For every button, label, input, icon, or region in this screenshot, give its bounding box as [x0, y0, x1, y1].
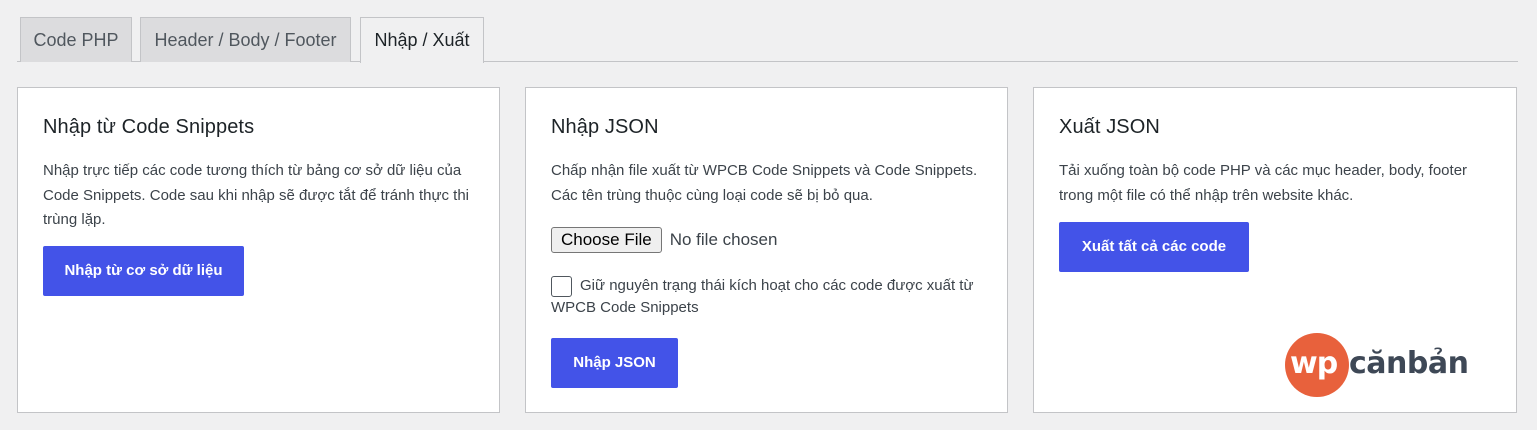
keep-status-checkbox-label: Giữ nguyên trạng thái kích hoạt cho các …	[551, 277, 974, 316]
import-json-title: Nhập JSON	[551, 116, 659, 138]
import-json-card: Nhập JSON Chấp nhận file xuất từ WPCB Co…	[525, 87, 1008, 413]
import-snippets-title: Nhập từ Code Snippets	[43, 116, 255, 138]
export-json-title: Xuất JSON	[1059, 116, 1160, 138]
import-from-database-button[interactable]: Nhập từ cơ sở dữ liệu	[43, 246, 244, 296]
tab-header-body-footer[interactable]: Header / Body / Footer	[140, 17, 351, 62]
tab-code-php[interactable]: Code PHP	[20, 17, 132, 62]
choose-file-button[interactable]: Choose File	[551, 227, 662, 253]
file-status-text: No file chosen	[669, 230, 778, 249]
keep-status-checkbox[interactable]	[551, 276, 572, 297]
file-picker: Choose File No file chosen	[551, 227, 777, 253]
logo-wp-text: wp	[1290, 346, 1338, 381]
export-json-card: Xuất JSON Tải xuống toàn bộ code PHP và …	[1033, 87, 1517, 413]
logo-canban-text: cănbản	[1349, 346, 1469, 381]
export-all-code-button[interactable]: Xuất tất cả các code	[1059, 222, 1249, 272]
wpcanban-logo: wp cănbản	[1285, 333, 1473, 397]
tab-import-export[interactable]: Nhập / Xuất	[360, 17, 484, 63]
import-snippets-description: Nhập trực tiếp các code tương thích từ b…	[43, 162, 470, 228]
tab-bar: Code PHP Header / Body / Footer Nhập / X…	[17, 17, 1518, 63]
import-snippets-card: Nhập từ Code Snippets Nhập trực tiếp các…	[17, 87, 500, 413]
export-json-description: Tải xuống toàn bộ code PHP và các mục he…	[1059, 162, 1468, 204]
import-json-button[interactable]: Nhập JSON	[551, 338, 678, 388]
import-json-description: Chấp nhận file xuất từ WPCB Code Snippet…	[551, 162, 978, 204]
